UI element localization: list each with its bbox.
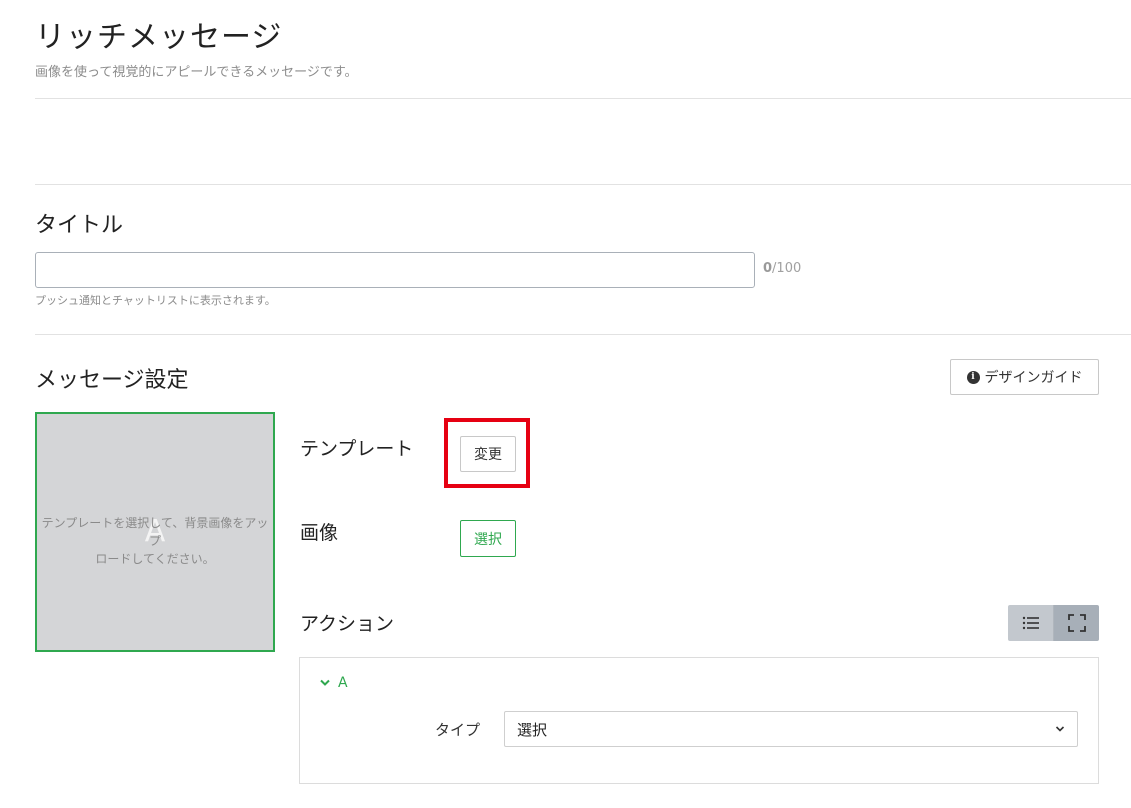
action-type-value: 選択 [517,720,548,739]
action-type-label: タイプ [435,721,481,739]
info-icon: i [966,370,980,384]
change-template-button[interactable]: 変更 [460,436,516,472]
template-label: テンプレート [300,438,414,460]
list-icon [1022,616,1039,630]
design-guide-label: デザインガイド [984,370,1083,386]
counter-current: 0 [763,261,773,276]
expand-icon [1067,614,1086,632]
select-image-button[interactable]: 選択 [460,520,516,557]
page-subtitle: 画像を使って視覚的にアピールできるメッセージです。 [35,65,358,80]
action-label: アクション [300,613,395,635]
list-view-button[interactable] [1008,605,1054,641]
character-counter: 0/100 [763,261,801,276]
rich-message-preview[interactable]: A テンプレートを選択して、背景画像をアップ ロードしてください。 [35,412,275,652]
counter-max: /100 [772,261,802,276]
title-section-heading: タイトル [35,213,124,238]
action-area-name: A [338,675,348,691]
title-input[interactable] [35,252,755,288]
chevron-down-icon [320,679,330,686]
divider [35,184,1131,185]
page-title: リッチメッセージ [35,20,283,55]
divider [35,98,1131,99]
action-area-toggle[interactable]: A [320,675,348,691]
expand-view-button[interactable] [1054,605,1099,641]
title-help-text: プッシュ通知とチャットリストに表示されます。 [35,294,276,307]
action-panel: A タイプ 選択 [299,657,1099,784]
action-type-select[interactable]: 選択 [504,711,1078,747]
preview-placeholder-text: テンプレートを選択して、背景画像をアップ ロードしてください。 [41,516,269,566]
view-toggle [1008,605,1099,641]
image-label: 画像 [300,522,339,544]
chevron-down-icon [1055,726,1065,732]
message-settings-heading: メッセージ設定 [35,368,189,393]
divider [35,334,1131,335]
design-guide-button[interactable]: i デザインガイド [950,359,1099,395]
